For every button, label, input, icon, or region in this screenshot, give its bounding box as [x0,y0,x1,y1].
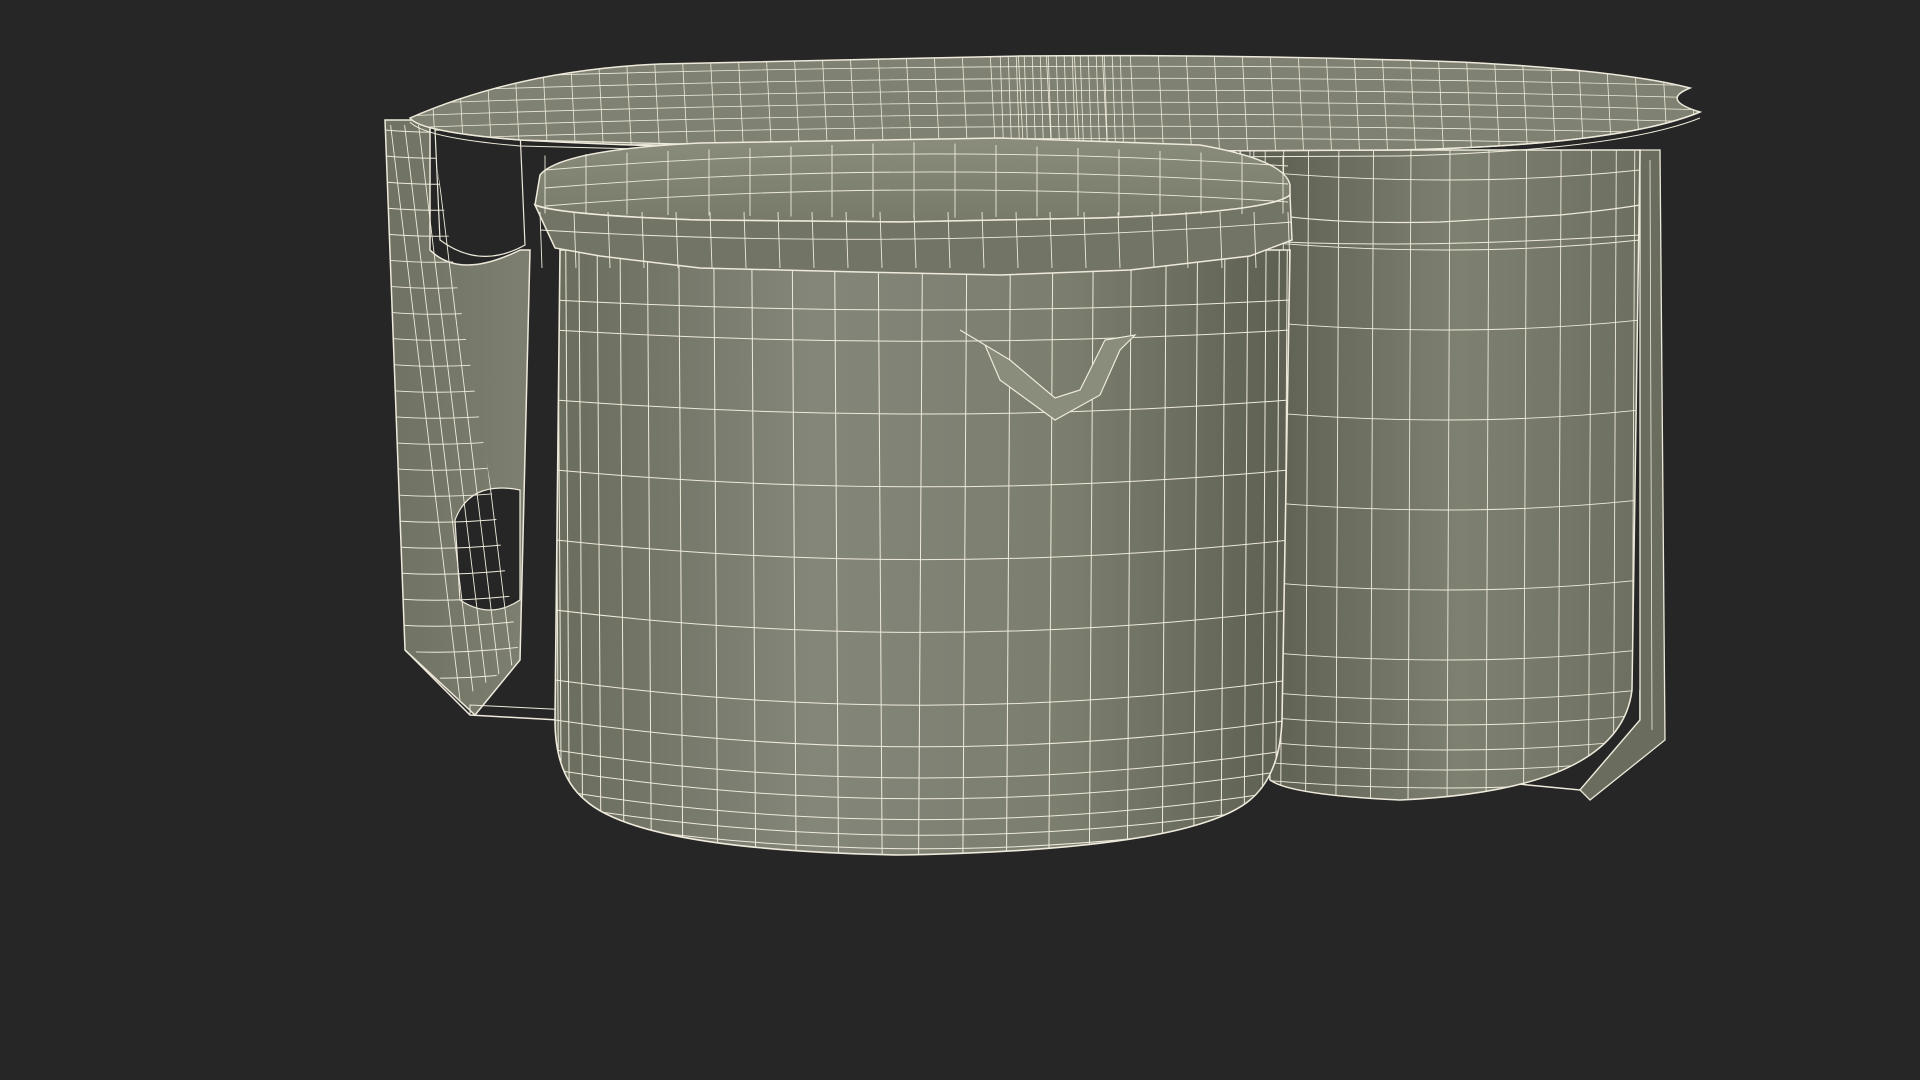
front-cup-lid [533,137,1293,276]
wireframe-scene [0,0,1920,1080]
render-viewport [0,0,1920,1080]
back-cup [1239,149,1641,801]
front-cup [554,249,1291,856]
